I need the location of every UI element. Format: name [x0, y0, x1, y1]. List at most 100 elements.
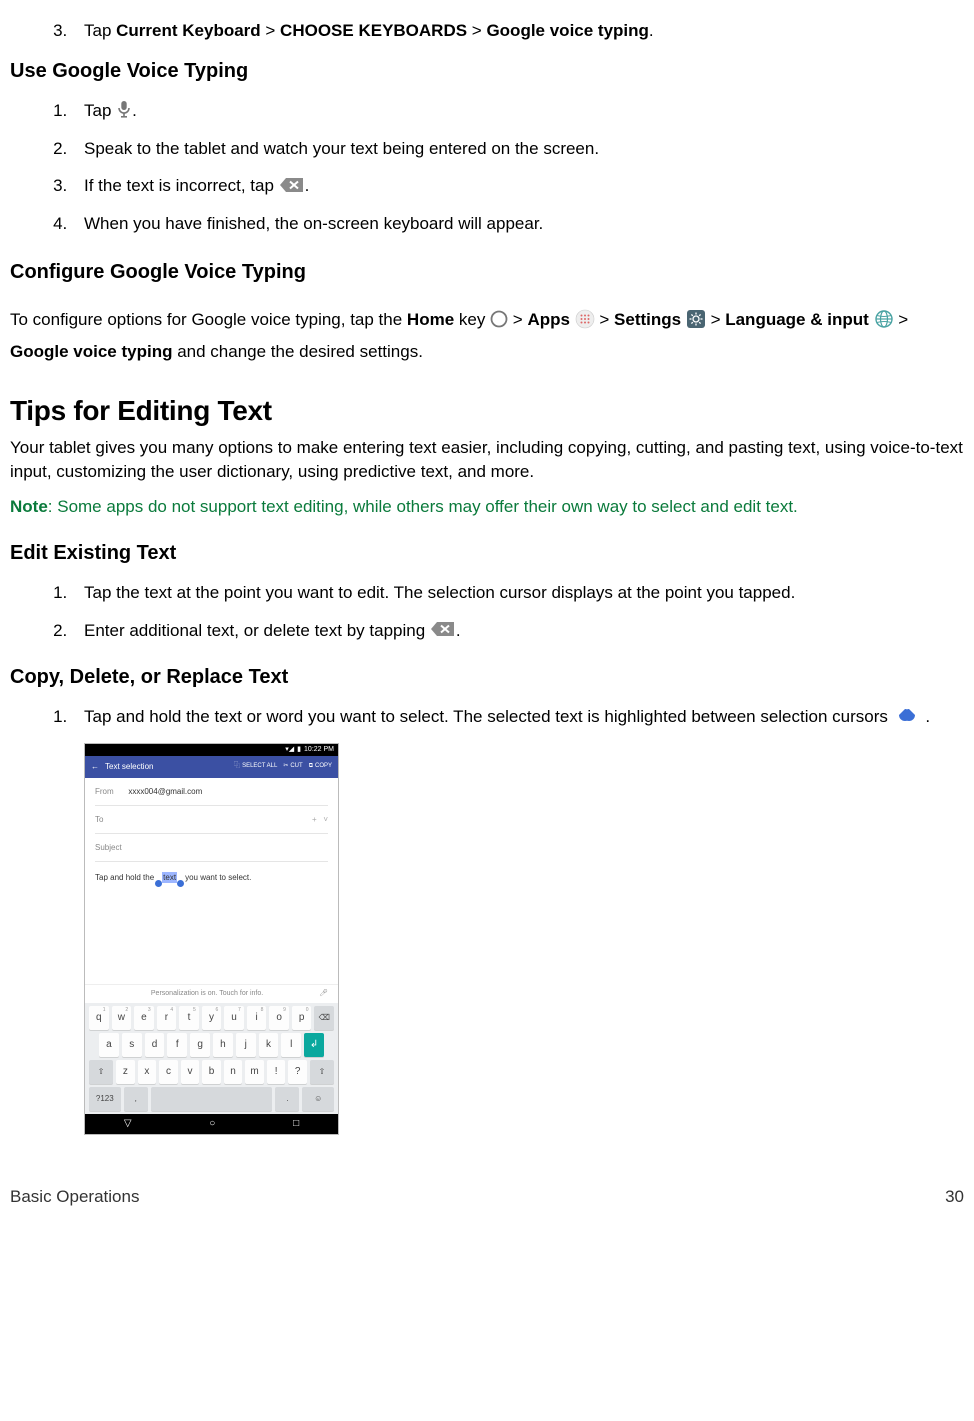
note-body: : Some apps do not support text editing,… — [48, 497, 798, 516]
use-step-3: If the text is incorrect, tap . — [72, 174, 964, 198]
prev-list: Tap Current Keyboard > CHOOSE KEYBOARDS … — [10, 19, 964, 43]
text: and change the desired settings. — [172, 342, 422, 361]
text: > — [706, 310, 725, 329]
text: . — [649, 21, 654, 40]
label: CUT — [290, 762, 302, 770]
from-field: From xxxx004@gmail.com — [95, 778, 328, 806]
bold: Google voice typing — [486, 21, 648, 40]
use-step-1: Tap . — [72, 99, 964, 123]
edit-step-2: Enter additional text, or delete text by… — [72, 619, 964, 643]
signal-icon: ▾◢ — [285, 745, 294, 755]
bold-settings: Settings — [614, 310, 681, 329]
key-123: ?123 — [89, 1087, 121, 1111]
copy-step-1: Tap and hold the text or word you want t… — [72, 705, 964, 729]
edit-existing-steps: Tap the text at the point you want to ed… — [10, 581, 964, 643]
edit-step-1: Tap the text at the point you want to ed… — [72, 581, 964, 605]
key-h: h — [213, 1033, 233, 1057]
key-?: ? — [288, 1060, 307, 1084]
text-selection-screenshot: ▾◢ ▮ 10:22 PM ← Text selection ⿻SELECT A… — [84, 743, 339, 1135]
text: Tap and hold the text or word you want t… — [84, 707, 893, 726]
key-!: ! — [267, 1060, 286, 1084]
on-screen-keyboard: q1w2e3r4t5y6u7i8o9p0⌫ asdfghjkl↲ ⇧zxcvbn… — [85, 1003, 338, 1114]
key-emoji: ☺ — [302, 1087, 334, 1111]
nav-home-icon: ○ — [209, 1117, 215, 1131]
from-value: xxxx004@gmail.com — [128, 787, 202, 796]
key-space — [151, 1087, 272, 1111]
microphone-icon — [116, 100, 132, 118]
bold: CHOOSE KEYBOARDS — [280, 21, 467, 40]
keyboard-row-2: asdfghjkl↲ — [89, 1033, 334, 1057]
action-bar-title: Text selection — [105, 761, 153, 772]
keyboard-row-4: ?123 , . ☺ — [89, 1087, 334, 1111]
apps-icon — [575, 309, 595, 329]
heading-copy-delete-replace: Copy, Delete, or Replace Text — [10, 663, 964, 691]
bold: Current Keyboard — [116, 21, 261, 40]
key-v: v — [181, 1060, 200, 1084]
key-g: g — [190, 1033, 210, 1057]
heading-configure-google-voice-typing: Configure Google Voice Typing — [10, 258, 964, 286]
key-a: a — [99, 1033, 119, 1057]
bold-apps: Apps — [527, 310, 570, 329]
delete-key-icon — [279, 176, 305, 194]
mic-icon: 🎤︎ — [319, 989, 328, 999]
text: Tap — [84, 21, 116, 40]
text: > — [595, 310, 614, 329]
prediction-bar: Personalization is on. Touch for info. 🎤… — [85, 984, 338, 1003]
bold-language-input: Language & input — [725, 310, 869, 329]
subject-field: Subject — [95, 834, 328, 862]
key-n: n — [224, 1060, 243, 1084]
use-step-4: When you have finished, the on-screen ke… — [72, 212, 964, 236]
status-time: 10:22 PM — [304, 745, 334, 755]
key-shift-right: ⇧ — [310, 1060, 334, 1084]
heading-use-google-voice-typing: Use Google Voice Typing — [10, 57, 964, 85]
bold-google-voice-typing: Google voice typing — [10, 342, 172, 361]
key-b: b — [202, 1060, 221, 1084]
heading-edit-existing-text: Edit Existing Text — [10, 539, 964, 567]
text: Tap and hold the — [95, 872, 154, 883]
key-y: y6 — [202, 1006, 222, 1030]
text: > — [467, 21, 486, 40]
text: you want to select. — [185, 872, 251, 883]
key-u: u7 — [224, 1006, 244, 1030]
label: SELECT ALL — [242, 762, 277, 770]
use-step-2: Speak to the tablet and watch your text … — [72, 137, 964, 161]
text: . — [921, 707, 930, 726]
text: Enter additional text, or delete text by… — [84, 621, 430, 640]
key-period: . — [275, 1087, 299, 1111]
cut-action: ✂CUT — [283, 762, 302, 770]
nav-back-icon: ▽ — [124, 1117, 132, 1131]
key-r: r4 — [157, 1006, 177, 1030]
text: Tap — [84, 101, 116, 120]
key-z: z — [116, 1060, 135, 1084]
key-m: m — [245, 1060, 264, 1084]
email-compose-area: From xxxx004@gmail.com To + ˅ Subject Ta… — [85, 778, 338, 886]
nav-recent-icon: □ — [293, 1117, 299, 1131]
from-label: From — [95, 787, 114, 796]
text: > — [261, 21, 280, 40]
key-backspace: ⌫ — [314, 1006, 334, 1030]
globe-icon — [874, 309, 894, 329]
select-all-action: ⿻SELECT ALL — [234, 762, 277, 770]
configure-paragraph: To configure options for Google voice ty… — [10, 304, 964, 369]
note-label: Note — [10, 497, 48, 516]
key-k: k — [259, 1033, 279, 1057]
delete-key-icon — [430, 620, 456, 638]
to-field: To + ˅ — [95, 806, 328, 834]
note-line: Note: Some apps do not support text edit… — [10, 495, 964, 519]
nav-bar: ▽ ○ □ — [85, 1114, 338, 1134]
text: . — [132, 101, 137, 120]
key-i: i8 — [247, 1006, 267, 1030]
key-f: f — [167, 1033, 187, 1057]
status-bar: ▾◢ ▮ 10:22 PM — [85, 744, 338, 756]
key-p: p0 — [292, 1006, 312, 1030]
bold-home: Home — [407, 310, 454, 329]
to-label: To — [95, 814, 103, 825]
text: . — [456, 621, 461, 640]
selection-cursors-icon — [893, 707, 921, 723]
subject-label: Subject — [95, 842, 122, 853]
key-q: q1 — [89, 1006, 109, 1030]
key-o: o9 — [269, 1006, 289, 1030]
key-d: d — [145, 1033, 165, 1057]
label: COPY — [315, 762, 332, 770]
battery-icon: ▮ — [297, 745, 301, 755]
